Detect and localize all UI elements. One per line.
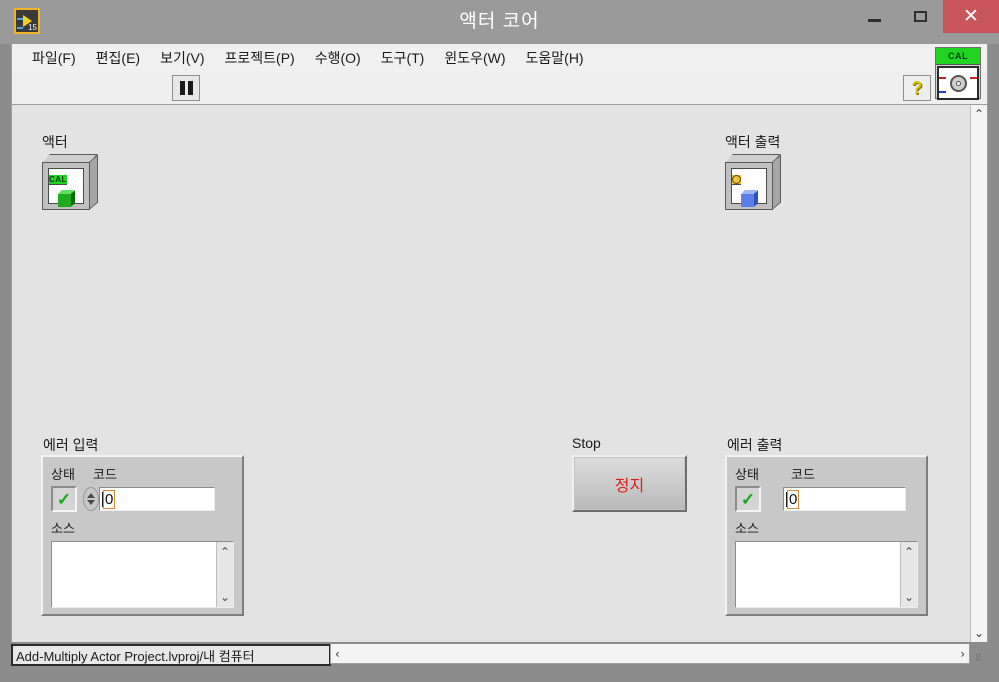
error-out-code-label: 코드	[791, 467, 815, 482]
gear-icon	[732, 175, 741, 185]
toolbar: ? CAL	[11, 47, 988, 105]
resize-grip-icon[interactable]: ⠿	[975, 654, 987, 668]
error-in-source-value	[52, 542, 233, 546]
window-title: 액터 코어	[459, 11, 540, 32]
error-out-label: 에러 출력	[727, 437, 783, 453]
pause-icon-bar-right	[187, 81, 193, 95]
pause-icon-bar-left	[179, 81, 185, 95]
error-in-code-field[interactable]: 0	[99, 487, 215, 511]
cal-label: CAL	[49, 175, 67, 185]
close-button[interactable]: ✕	[943, 0, 999, 33]
text-cursor	[102, 491, 103, 507]
actor-refnum-icon: CAL	[42, 154, 98, 210]
error-in-value-row: ✓ 0	[51, 486, 234, 512]
minimize-icon	[867, 19, 881, 22]
scroll-down-icon[interactable]: ⌄	[220, 590, 230, 604]
labview-front-panel-window: 15 액터 코어 ✕ 파일(F) 편집(E) 보기(V) 프로젝트(P) 수행(…	[0, 0, 999, 682]
text-cursor	[786, 491, 787, 507]
panel-horizontal-scrollbar[interactable]: ‹ ›	[330, 644, 970, 664]
actor-control-label: 액터	[42, 134, 68, 150]
error-in-label: 에러 입력	[43, 437, 99, 453]
error-in-source-field[interactable]: ⌃ ⌄	[51, 541, 234, 608]
wire-red-left	[939, 77, 946, 79]
project-path-status: Add-Multiply Actor Project.lvproj/내 컴퓨터	[11, 644, 331, 666]
stop-label: Stop	[572, 435, 601, 451]
vi-icon-body	[937, 66, 979, 100]
panel-vertical-scrollbar[interactable]: ⌃ ⌄	[970, 105, 988, 642]
gear-icon	[949, 74, 967, 92]
error-out-source-value	[736, 542, 917, 546]
menu-tools[interactable]: 도구(T)	[371, 45, 435, 71]
scroll-left-icon[interactable]: ‹	[335, 647, 340, 661]
cube-side-face	[89, 154, 98, 210]
menu-help[interactable]: 도움말(H)	[516, 45, 594, 71]
scroll-up-icon[interactable]: ⌃	[974, 107, 984, 121]
actor-output-indicator[interactable]: 액터 출력	[725, 132, 815, 222]
error-out-code-value: 0	[786, 489, 800, 509]
error-out-status-led: ✓	[735, 486, 761, 512]
front-panel-canvas: 액터 CAL 액터 출력 에러 입력 상태 코드 ✓ 0 소스 ⌃ ⌄ Stop…	[11, 105, 988, 642]
gear-badge	[732, 175, 741, 185]
scroll-down-icon[interactable]: ⌄	[974, 626, 984, 640]
spinner-up-icon[interactable]	[87, 493, 95, 498]
title-bar: 15 액터 코어 ✕	[0, 0, 999, 44]
stop-control-group: Stop 정지	[572, 435, 687, 512]
wire-red-right	[970, 77, 977, 79]
spinner-down-icon[interactable]	[87, 500, 95, 505]
menu-window[interactable]: 윈도우(W)	[434, 45, 515, 71]
menu-file[interactable]: 파일(F)	[22, 45, 86, 71]
scroll-up-icon[interactable]: ⌃	[220, 545, 230, 559]
scroll-down-icon[interactable]: ⌄	[904, 590, 914, 604]
menu-view[interactable]: 보기(V)	[150, 45, 214, 71]
error-in-code-control[interactable]: 0	[83, 486, 215, 512]
scroll-up-icon[interactable]: ⌃	[904, 545, 914, 559]
error-out-source-field: ⌃ ⌄	[735, 541, 918, 608]
error-out-source-scrollbar[interactable]: ⌃ ⌄	[900, 542, 917, 607]
menu-edit[interactable]: 편집(E)	[86, 45, 150, 71]
error-in-status-led[interactable]: ✓	[51, 486, 77, 512]
green-cube-icon	[57, 190, 75, 207]
error-out-box: 상태 코드 ✓ 0 소스 ⌃ ⌄	[725, 455, 928, 616]
error-in-source-label: 소스	[51, 521, 75, 536]
actor-output-refnum-inner	[731, 168, 767, 207]
error-in-source-scrollbar[interactable]: ⌃ ⌄	[216, 542, 233, 607]
error-in-code-value: 0	[102, 489, 116, 509]
minimize-button[interactable]	[851, 0, 897, 33]
error-out-status-label: 상태	[735, 467, 759, 482]
error-in-box: 상태 코드 ✓ 0 소스 ⌃ ⌄	[41, 455, 244, 616]
error-in-header-row: 상태 코드	[51, 463, 234, 483]
error-out-source-label: 소스	[735, 521, 759, 536]
error-out-header-row: 상태 코드	[735, 463, 918, 483]
actor-output-refnum-icon	[725, 154, 781, 210]
scroll-right-icon[interactable]: ›	[960, 647, 965, 661]
context-help-button[interactable]: ?	[903, 75, 931, 101]
menu-project[interactable]: 프로젝트(P)	[215, 45, 305, 71]
actor-control[interactable]: 액터 CAL	[42, 132, 122, 222]
cal-badge-label: CAL	[936, 48, 980, 65]
actor-output-label: 액터 출력	[725, 134, 781, 150]
blue-cube-icon	[740, 190, 758, 207]
maximize-icon	[913, 11, 927, 22]
maximize-button[interactable]	[897, 0, 943, 33]
error-in-code-label: 코드	[93, 467, 117, 482]
actor-refnum-glyph	[49, 187, 83, 210]
project-path-text: Add-Multiply Actor Project.lvproj/내 컴퓨터	[16, 648, 255, 664]
vi-icon-badge[interactable]: CAL	[935, 47, 981, 100]
error-out-code-field: 0	[783, 487, 906, 511]
stop-button[interactable]: 정지	[572, 455, 687, 512]
window-controls: ✕	[851, 0, 999, 33]
menu-bar: 파일(F) 편집(E) 보기(V) 프로젝트(P) 수행(O) 도구(T) 윈도…	[11, 44, 988, 72]
pause-button[interactable]	[172, 75, 200, 101]
actor-refnum-inner: CAL	[48, 168, 84, 207]
wire-blue-left	[939, 91, 946, 93]
error-out-code-indicator: 0	[783, 486, 906, 512]
code-spinner[interactable]	[83, 487, 99, 511]
menu-operate[interactable]: 수행(O)	[305, 45, 371, 71]
error-in-status-label: 상태	[51, 467, 75, 482]
error-out-value-row: ✓ 0	[735, 486, 918, 512]
cube-side-face	[772, 154, 781, 210]
actor-output-refnum-glyph	[732, 187, 766, 210]
